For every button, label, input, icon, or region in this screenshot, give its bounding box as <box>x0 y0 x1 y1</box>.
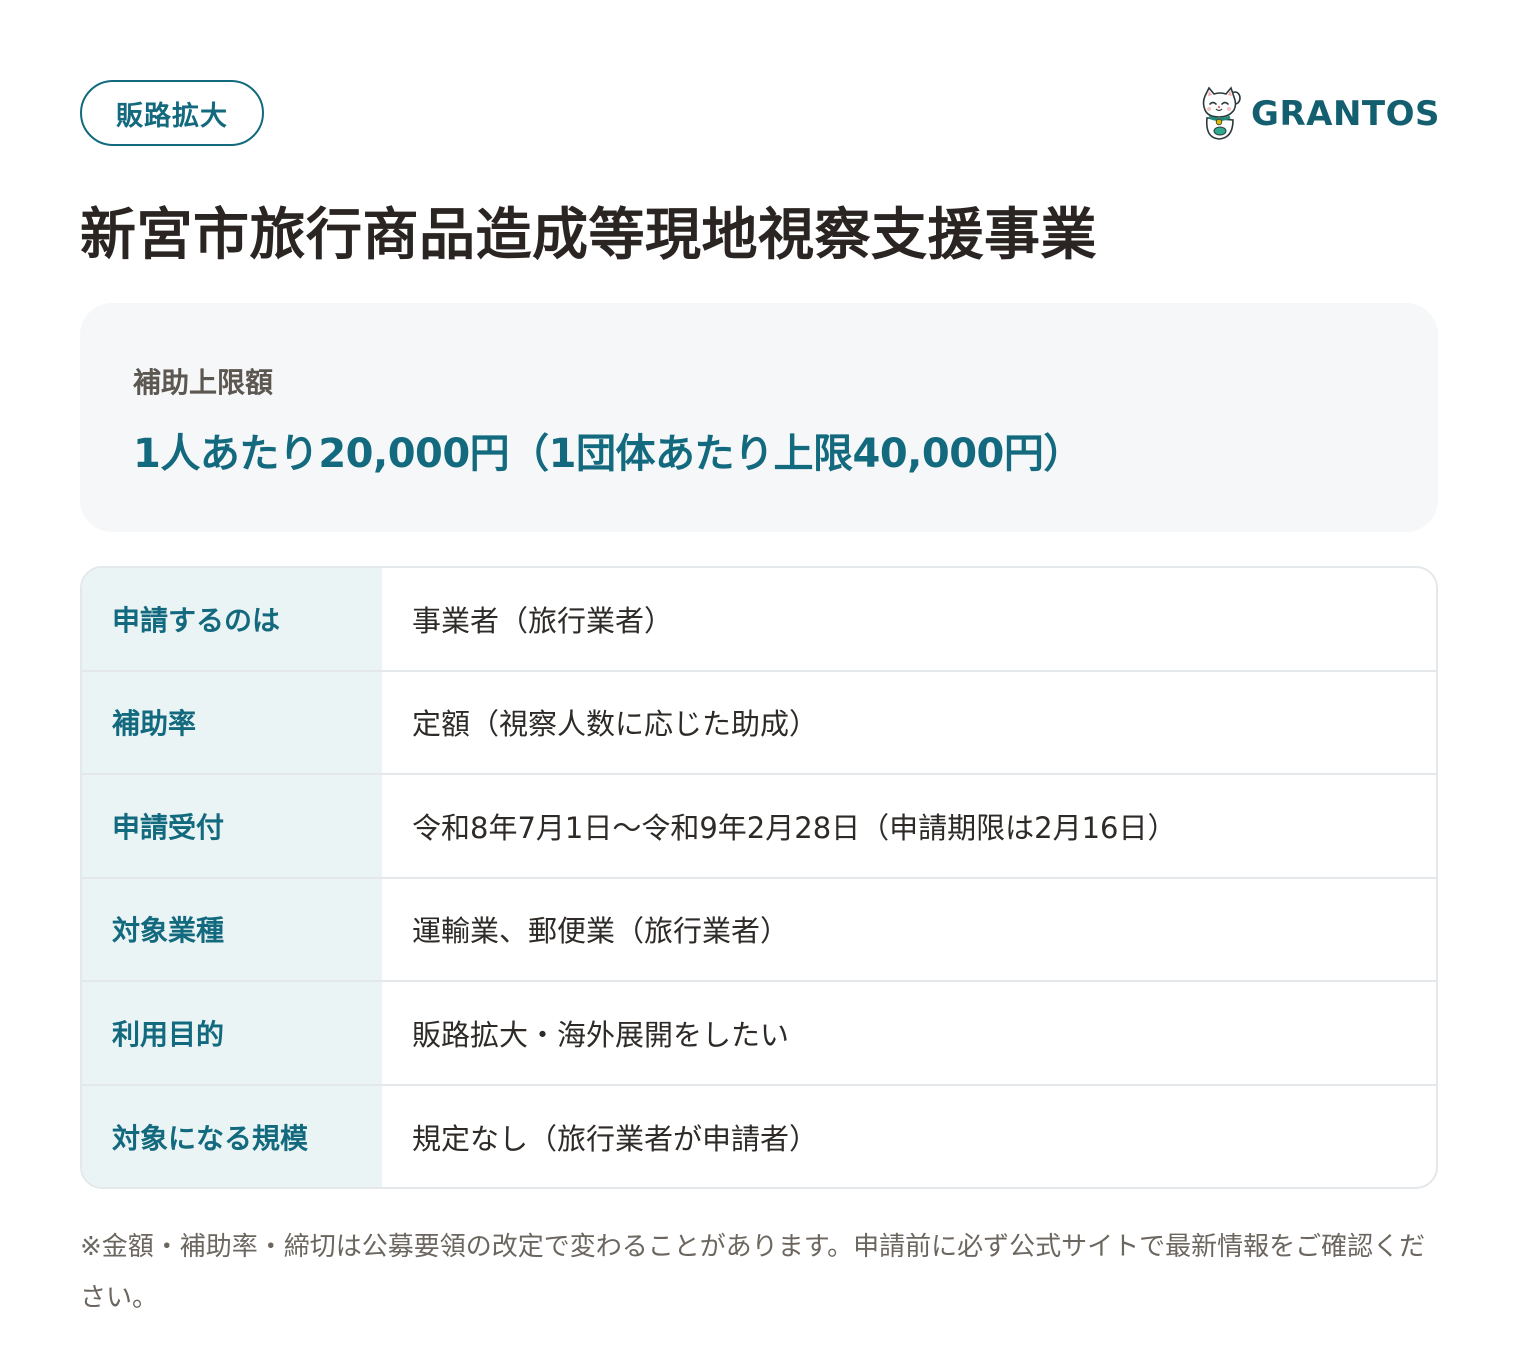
table-row: 対象業種 運輸業、郵便業（旅行業者） <box>82 878 1436 982</box>
page-title: 新宮市旅行商品造成等現地視察支援事業 <box>80 203 1097 268</box>
row-value-application-period: 令和8年7月1日〜令和9年2月28日（申請期限は2月16日） <box>412 810 1177 845</box>
lucky-cat-icon <box>1199 86 1243 142</box>
table-row: 補助率 定額（視察人数に応じた助成） <box>82 671 1436 775</box>
amount-label: 補助上限額 <box>133 366 274 399</box>
amount-value: 1人あたり20,000円（1団体あたり上限40,000円） <box>133 431 1083 477</box>
table-row: 申請するのは 事業者（旅行業者） <box>82 568 1436 672</box>
row-label-application-period: 申請受付 <box>82 775 382 877</box>
table-row: 申請受付 令和8年7月1日〜令和9年2月28日（申請期限は2月16日） <box>82 775 1436 879</box>
brand-logo: GRANTOS <box>1199 84 1440 144</box>
row-label-applicant: 申請するのは <box>82 568 382 670</box>
table-row: 利用目的 販路拡大・海外展開をしたい <box>82 982 1436 1086</box>
row-value-industry: 運輸業、郵便業（旅行業者） <box>412 914 790 949</box>
amount-card: 補助上限額 1人あたり20,000円（1団体あたり上限40,000円） <box>80 303 1438 532</box>
row-label-industry: 対象業種 <box>82 878 382 980</box>
brand-name: GRANTOS <box>1251 94 1440 134</box>
disclaimer-note: ※金額・補助率・締切は公募要領の改定で変わることがあります。申請前に必ず公式サイ… <box>80 1232 1426 1313</box>
category-badge: 販路拡大 <box>80 80 264 146</box>
table-row: 対象になる規模 規定なし（旅行業者が申請者） <box>82 1085 1436 1187</box>
row-value-applicant: 事業者（旅行業者） <box>412 603 674 638</box>
row-value-purpose: 販路拡大・海外展開をしたい <box>412 1017 790 1052</box>
row-value-subsidy-rate: 定額（視察人数に応じた助成） <box>412 707 819 742</box>
details-table: 申請するのは 事業者（旅行業者） 補助率 定額（視察人数に応じた助成） 申請受付… <box>80 566 1438 1189</box>
row-label-subsidy-rate: 補助率 <box>82 671 382 773</box>
row-label-purpose: 利用目的 <box>82 982 382 1084</box>
row-value-scale: 規定なし（旅行業者が申請者） <box>412 1122 819 1157</box>
row-label-scale: 対象になる規模 <box>82 1085 382 1187</box>
